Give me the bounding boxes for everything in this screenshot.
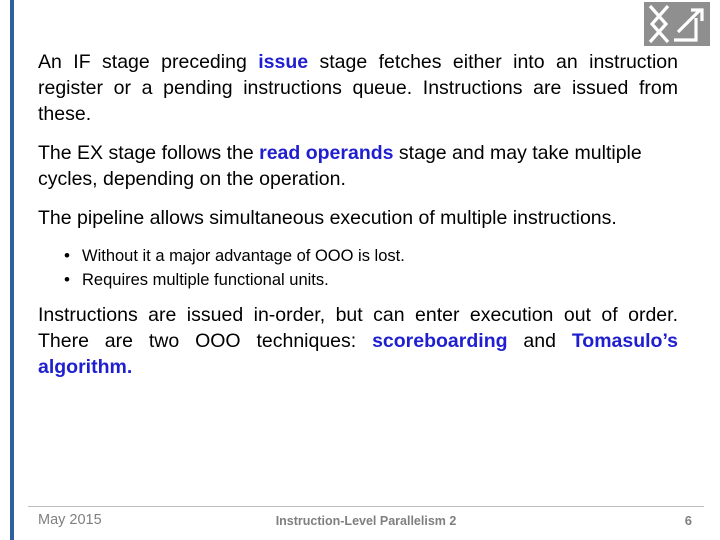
- paragraph-3: The pipeline allows simultaneous executi…: [38, 206, 678, 232]
- footer-page-number: 6: [684, 513, 692, 528]
- paragraph-1: An IF stage preceding issue stage fetche…: [38, 50, 678, 128]
- text-run: and: [507, 330, 572, 353]
- footer-title: Instruction-Level Parallelism 2: [275, 514, 457, 528]
- highlight-read-operands: read operands: [259, 141, 394, 164]
- left-accent-bar: [10, 0, 14, 540]
- slide-footer: May 2015 Instruction-Level Parallelism 2…: [28, 506, 704, 532]
- list-item: Without it a major advantage of OOO is l…: [64, 244, 678, 269]
- text-run: An IF stage preceding: [38, 51, 259, 73]
- list-item: Requires multiple functional units.: [64, 268, 678, 293]
- slide-body: An IF stage preceding issue stage fetche…: [38, 50, 678, 394]
- highlight-issue: issue: [258, 51, 309, 73]
- logo-icon: [644, 2, 710, 46]
- text-run: The EX stage follows the: [38, 141, 260, 164]
- paragraph-4: Instructions are issued in-order, but ca…: [38, 303, 678, 381]
- slide: An IF stage preceding issue stage fetche…: [0, 0, 720, 540]
- bullet-list: Without it a major advantage of OOO is l…: [38, 244, 678, 294]
- text-run: The pipeline allows simultaneous executi…: [38, 206, 617, 229]
- paragraph-2: The EX stage follows the read operands s…: [38, 141, 678, 193]
- highlight-scoreboarding: scoreboarding: [372, 330, 508, 353]
- footer-divider: [28, 506, 704, 507]
